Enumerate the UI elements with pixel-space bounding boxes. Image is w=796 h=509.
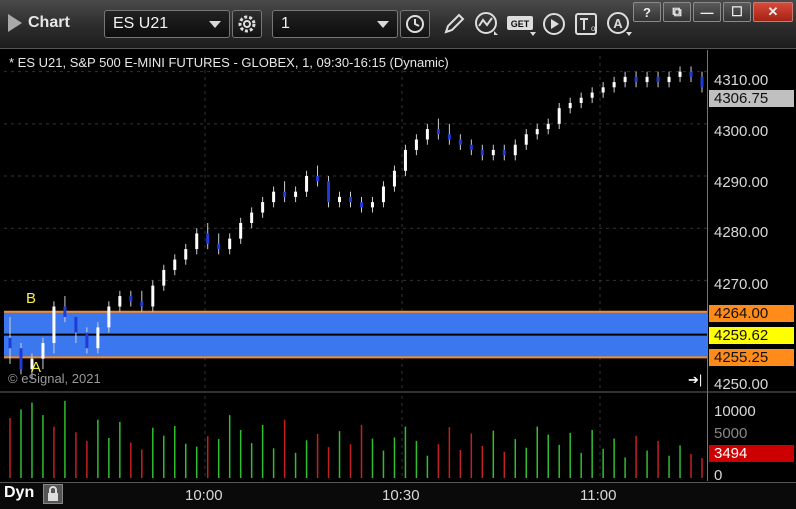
candle-body — [546, 123, 550, 130]
chart-canvas — [0, 56, 796, 480]
candle-body — [250, 212, 254, 223]
candle-body — [107, 306, 111, 328]
lock-button[interactable] — [43, 484, 63, 504]
volume-tick: 5000 — [714, 425, 748, 442]
candle-body — [623, 76, 627, 83]
candle-body — [228, 238, 232, 250]
candle-body — [217, 243, 221, 250]
candle-body — [305, 176, 309, 192]
candle-body — [96, 327, 100, 349]
candle-body — [261, 202, 265, 213]
candle-body — [436, 129, 440, 135]
copyright: © eSignal, 2021 — [8, 371, 101, 386]
candle-body — [359, 202, 363, 208]
candle-body — [85, 332, 89, 349]
candle-body — [502, 149, 506, 156]
candle-body — [173, 259, 177, 270]
candle-body — [513, 144, 517, 156]
candle-body — [239, 223, 243, 239]
candle-body — [151, 285, 155, 307]
candle-body — [349, 196, 353, 203]
last-volume-tag: 3494 — [709, 445, 794, 462]
candle-body — [414, 139, 418, 150]
candle-body — [656, 76, 660, 83]
time-tick: 10:30 — [382, 487, 420, 504]
candle-body — [19, 348, 23, 370]
candle-body — [700, 76, 704, 88]
candle-body — [381, 186, 385, 203]
candle-body — [480, 149, 484, 156]
last-price-tag: 4306.75 — [709, 90, 794, 107]
mid-level-tag: 4259.62 — [709, 327, 794, 344]
price-tick: 4300.00 — [714, 123, 769, 140]
candle-body — [8, 337, 12, 349]
candle-body — [52, 306, 56, 344]
price-tick: 4270.00 — [714, 276, 769, 293]
candle-body — [491, 149, 495, 156]
candle-body — [316, 176, 320, 182]
candle-body — [162, 269, 166, 286]
candle-body — [206, 233, 210, 244]
candle-body — [41, 343, 45, 359]
candle-body — [403, 149, 407, 171]
candle-body — [63, 306, 67, 317]
time-tick: 11:00 — [580, 487, 617, 504]
price-tick: 4290.00 — [714, 174, 769, 191]
candle-body — [667, 76, 671, 83]
candle-body — [601, 87, 605, 93]
price-tick: 4250.00 — [714, 376, 769, 393]
candle-body — [469, 144, 473, 150]
candle-body — [590, 92, 594, 98]
candle-body — [634, 76, 638, 83]
candle-body — [294, 191, 298, 197]
price-tick: 4280.00 — [714, 224, 769, 241]
label-b: B — [26, 290, 37, 307]
candle-body — [524, 134, 528, 145]
candle-body — [118, 296, 122, 307]
label-a: A — [31, 359, 42, 376]
chart-header: * ES U21, S&P 500 E-MINI FUTURES - GLOBE… — [9, 55, 449, 70]
candle-body — [612, 82, 616, 88]
scroll-to-end-icon[interactable]: ➔| — [688, 372, 702, 388]
lower-level-tag: 4255.25 — [709, 349, 794, 366]
candle-body — [535, 129, 539, 135]
candle-body — [557, 108, 561, 124]
volume-tick: 10000 — [714, 403, 756, 420]
candle-body — [129, 296, 133, 302]
candle-body — [184, 249, 188, 260]
candle-body — [579, 97, 583, 103]
candle-body — [392, 170, 396, 187]
candle-body — [370, 202, 374, 208]
candle-body — [195, 233, 199, 250]
upper-level-tag: 4264.00 — [709, 305, 794, 322]
candle-body — [74, 316, 78, 333]
candle-body — [327, 181, 331, 203]
time-tick: 10:00 — [185, 487, 223, 504]
candle-body — [645, 76, 649, 83]
candle-body — [338, 196, 342, 203]
candle-body — [425, 129, 429, 140]
dynamic-mode-label[interactable]: Dyn — [4, 484, 34, 502]
candle-body — [678, 71, 682, 77]
candle-body — [283, 191, 287, 197]
price-tick: 4310.00 — [714, 72, 769, 89]
candle-body — [272, 191, 276, 203]
candle-body — [689, 71, 693, 77]
chart-window: Chart ES U21 1 GET o A ? ⧉ — ☐ ✕ * ES U2… — [0, 0, 796, 509]
candle-body — [447, 134, 451, 140]
candle-body — [568, 102, 572, 109]
candle-body — [458, 139, 462, 145]
lock-icon — [48, 486, 58, 501]
candle-body — [140, 301, 144, 307]
